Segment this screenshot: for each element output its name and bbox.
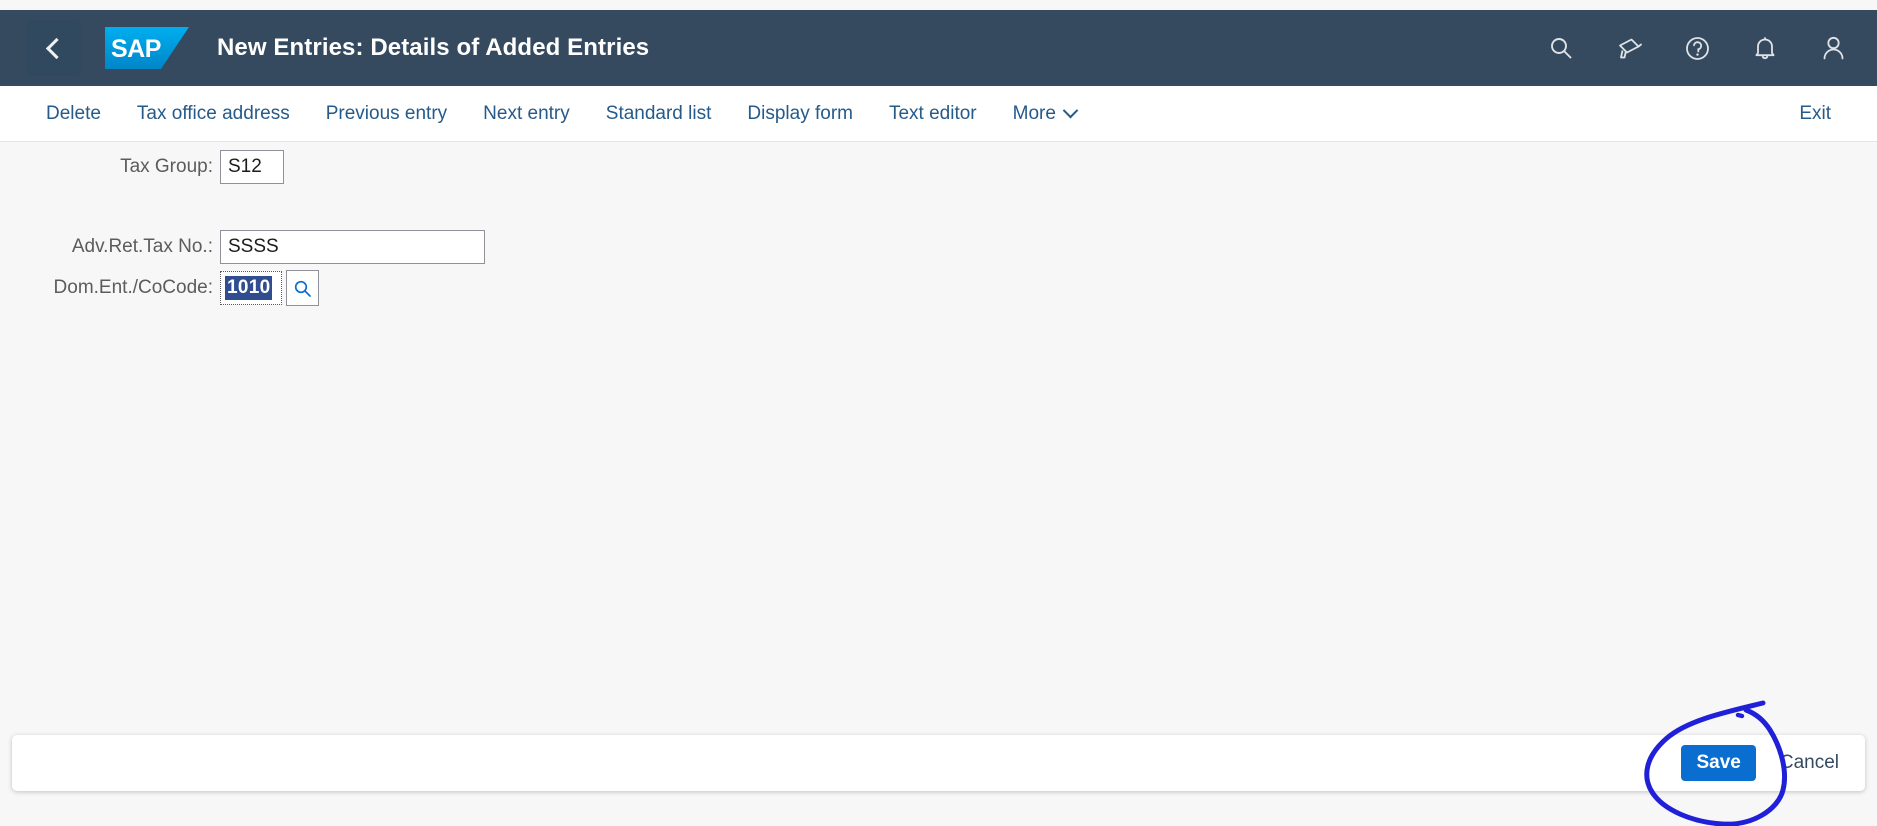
toolbar-item-label: Display form bbox=[747, 102, 853, 124]
field-label-tax-group: Tax Group: bbox=[120, 156, 213, 177]
form-row-tax-group: Tax Group: bbox=[0, 150, 284, 184]
action-toolbar: Delete Tax office address Previous entry… bbox=[0, 86, 1877, 142]
shell-header: SAP New Entries: Details of Added Entrie… bbox=[0, 10, 1877, 86]
chevron-down-icon bbox=[1062, 102, 1079, 119]
toolbar-item-text-editor[interactable]: Text editor bbox=[871, 97, 995, 131]
sap-fiori-page: SAP New Entries: Details of Added Entrie… bbox=[0, 0, 1877, 826]
shell-icon-group bbox=[1539, 26, 1855, 70]
dom-ent-cocode-value: 1010 bbox=[225, 276, 273, 300]
user-icon[interactable] bbox=[1811, 26, 1855, 70]
megaphone-icon[interactable] bbox=[1607, 26, 1651, 70]
bell-icon[interactable] bbox=[1743, 26, 1787, 70]
toolbar-item-next-entry[interactable]: Next entry bbox=[465, 97, 588, 131]
save-button[interactable]: Save bbox=[1681, 745, 1756, 781]
help-icon[interactable] bbox=[1675, 26, 1719, 70]
value-help-button[interactable] bbox=[286, 270, 319, 306]
footer-bar: Save Cancel bbox=[12, 735, 1865, 791]
chevron-left-icon bbox=[45, 37, 68, 59]
cancel-button[interactable]: Cancel bbox=[1770, 745, 1849, 781]
toolbar-item-tax-office-address[interactable]: Tax office address bbox=[119, 97, 308, 131]
sap-logo[interactable]: SAP bbox=[105, 27, 189, 69]
search-icon[interactable] bbox=[1539, 26, 1583, 70]
toolbar-item-delete[interactable]: Delete bbox=[28, 97, 119, 131]
toolbar-item-label: Standard list bbox=[605, 102, 712, 124]
svg-text:SAP: SAP bbox=[111, 35, 161, 63]
toolbar-item-standard-list[interactable]: Standard list bbox=[588, 97, 730, 131]
form-content-area: Tax Group: Adv.Ret.Tax No.: Dom.Ent./CoC… bbox=[0, 142, 1877, 728]
toolbar-item-label: Delete bbox=[46, 102, 101, 124]
field-label-adv-ret-tax-no: Adv.Ret.Tax No.: bbox=[71, 236, 213, 257]
dom-ent-cocode-input[interactable]: 1010 bbox=[220, 271, 282, 305]
adv-ret-tax-no-input[interactable] bbox=[220, 230, 485, 264]
toolbar-item-label: Previous entry bbox=[325, 102, 448, 124]
field-label-dom-ent-cocode: Dom.Ent./CoCode: bbox=[53, 277, 213, 298]
page-title: New Entries: Details of Added Entries bbox=[217, 34, 650, 61]
form-row-adv-ret-tax-no: Adv.Ret.Tax No.: bbox=[0, 230, 485, 264]
toolbar-item-display-form[interactable]: Display form bbox=[729, 97, 871, 131]
toolbar-item-label: More bbox=[1012, 102, 1056, 124]
tax-group-input[interactable] bbox=[220, 150, 284, 184]
toolbar-item-previous-entry[interactable]: Previous entry bbox=[308, 97, 465, 131]
toolbar-item-label: Tax office address bbox=[136, 102, 290, 124]
exit-button[interactable]: Exit bbox=[1781, 97, 1849, 131]
toolbar-item-label: Text editor bbox=[888, 102, 977, 124]
back-button[interactable] bbox=[26, 20, 82, 76]
toolbar-item-label: Next entry bbox=[483, 102, 570, 124]
toolbar-item-more[interactable]: More bbox=[995, 97, 1094, 131]
exit-label: Exit bbox=[1799, 102, 1831, 124]
form-row-dom-ent-cocode: Dom.Ent./CoCode: 1010 bbox=[0, 270, 319, 306]
